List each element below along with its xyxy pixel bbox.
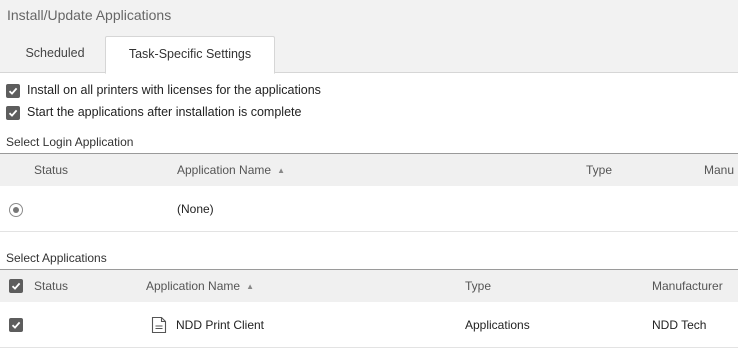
start-after-install-label: Start the applications after installatio… <box>27 105 302 119</box>
apps-section-label: Select Applications <box>6 251 107 265</box>
tab-task-specific-settings[interactable]: Task-Specific Settings <box>105 36 275 74</box>
tab-bar: Scheduled Task-Specific Settings <box>0 31 738 74</box>
apps-col-status[interactable]: Status <box>34 270 68 302</box>
login-table-header: Status Application Name ▲ Type Manu <box>0 154 738 186</box>
sort-ascending-icon: ▲ <box>246 282 254 291</box>
login-col-status[interactable]: Status <box>34 154 68 186</box>
login-col-application-name-label: Application Name <box>177 163 272 177</box>
apps-table-row[interactable]: NDD Print Client Applications NDD Tech <box>0 302 738 348</box>
apps-col-manufacturer[interactable]: Manufacturer <box>652 270 723 302</box>
window-title-bar: Install/Update Applications <box>0 0 738 31</box>
sort-ascending-icon: ▲ <box>277 166 285 175</box>
login-col-manufacturer[interactable]: Manu <box>704 154 734 186</box>
login-col-type[interactable]: Type <box>586 154 612 186</box>
login-row-name: (None) <box>177 202 214 216</box>
app-row-checkbox[interactable] <box>9 318 23 332</box>
app-row-type: Applications <box>465 318 530 332</box>
app-row-manufacturer: NDD Tech <box>652 318 707 332</box>
apps-col-type[interactable]: Type <box>465 270 491 302</box>
install-all-printers-checkbox[interactable] <box>6 84 20 98</box>
install-all-printers-label: Install on all printers with licenses fo… <box>27 83 321 97</box>
apps-select-all-checkbox[interactable] <box>9 279 23 293</box>
start-after-install-checkbox[interactable] <box>6 106 20 120</box>
apps-col-application-name-label: Application Name <box>146 279 241 293</box>
login-table-row[interactable]: (None) <box>0 186 738 232</box>
login-row-radio[interactable] <box>9 203 23 217</box>
app-row-name: NDD Print Client <box>176 318 265 332</box>
apps-table-header: Status Application Name ▲ Type Manufactur… <box>0 270 738 302</box>
apps-col-application-name[interactable]: Application Name ▲ <box>146 270 254 302</box>
tab-scheduled[interactable]: Scheduled <box>10 36 100 74</box>
login-section-label: Select Login Application <box>6 135 134 149</box>
window-title: Install/Update Applications <box>7 7 172 23</box>
document-icon <box>151 316 167 334</box>
login-col-application-name[interactable]: Application Name ▲ <box>177 154 285 186</box>
